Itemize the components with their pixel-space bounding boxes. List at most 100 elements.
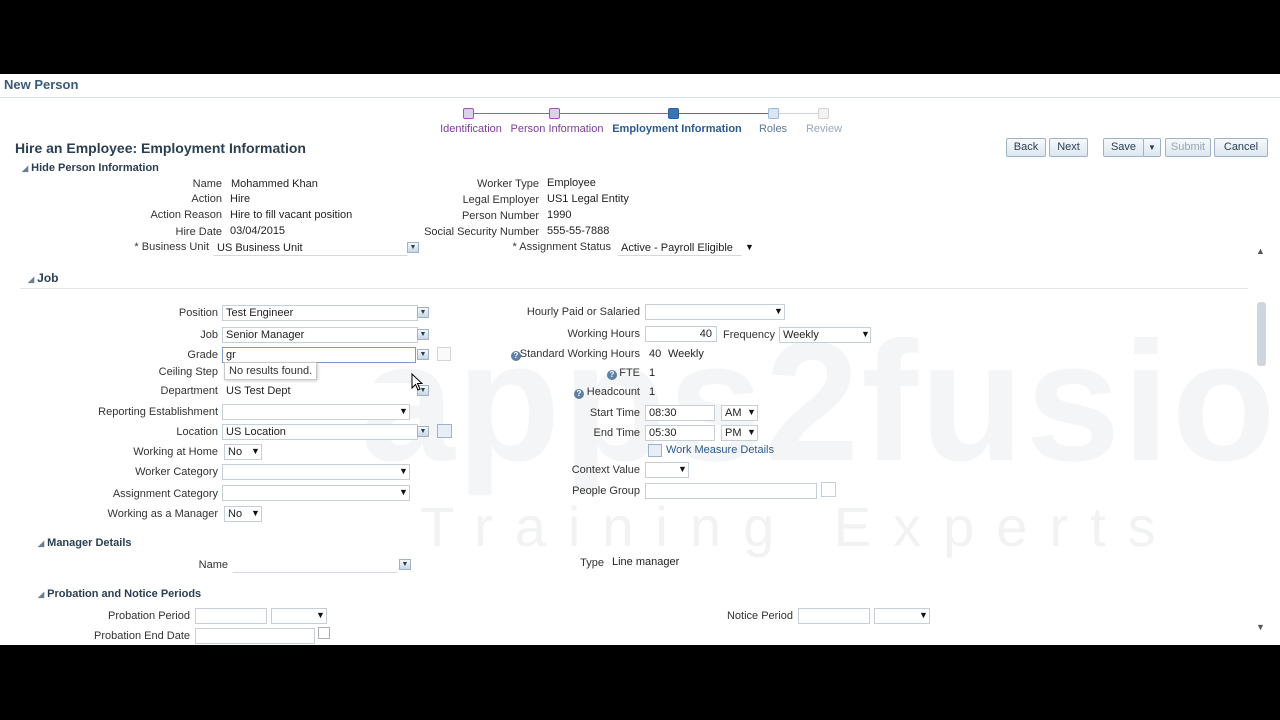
- headcount-help-icon[interactable]: ?: [574, 389, 584, 399]
- ssn-label: Social Security Number: [424, 226, 539, 238]
- back-button[interactable]: Back: [1006, 138, 1046, 157]
- scroll-up-arrow-icon[interactable]: ▲: [1256, 246, 1265, 256]
- manager-details-title: Manager Details: [47, 537, 132, 549]
- manager-type-label: Type: [580, 557, 604, 569]
- assignment-category-chevron-down-icon[interactable]: ▼: [399, 487, 408, 497]
- watermark-tagline: Training Experts: [420, 495, 1178, 558]
- frequency-label: Frequency: [723, 329, 775, 341]
- manager-details-header[interactable]: ◢ Manager Details: [38, 537, 132, 549]
- scroll-down-arrow-icon[interactable]: ▼: [1256, 622, 1265, 632]
- job-dropdown-icon[interactable]: ▼: [417, 329, 429, 340]
- location-input[interactable]: US Location: [222, 424, 418, 440]
- probation-section-header[interactable]: ◢ Probation and Notice Periods: [38, 588, 201, 600]
- hourly-salaried-label: Hourly Paid or Salaried: [526, 306, 640, 318]
- train-connector: [473, 113, 555, 114]
- probation-period-input[interactable]: [195, 608, 267, 624]
- position-input[interactable]: Test Engineer: [222, 305, 418, 321]
- train-stop-person-information[interactable]: [549, 108, 560, 119]
- next-button[interactable]: Next: [1049, 138, 1088, 157]
- work-measure-details-link[interactable]: Work Measure Details: [666, 444, 774, 456]
- train-stop-identification[interactable]: [463, 108, 474, 119]
- reporting-establishment-select[interactable]: [222, 404, 410, 420]
- person-number-label: Person Number: [461, 210, 539, 222]
- action-value: Hire: [230, 193, 251, 205]
- collapse-triangle-icon: ◢: [38, 539, 45, 548]
- notice-period-input[interactable]: [798, 608, 870, 624]
- collapse-triangle-icon: ◢: [28, 275, 35, 284]
- working-at-home-label: Working at Home: [133, 446, 218, 458]
- working-hours-input[interactable]: 40: [645, 326, 717, 342]
- job-section-title: Job: [37, 271, 59, 285]
- business-unit-label: * Business Unit: [134, 241, 209, 253]
- location-dropdown-icon[interactable]: ▼: [417, 426, 429, 437]
- probation-unit-chevron-down-icon[interactable]: ▼: [316, 610, 325, 620]
- notice-period-label: Notice Period: [726, 610, 793, 622]
- ssn-value: 555-55-7888: [547, 225, 610, 237]
- job-section-header[interactable]: ◢ Job: [28, 271, 59, 285]
- location-details-icon[interactable]: [437, 424, 452, 438]
- probation-end-date-input[interactable]: [195, 628, 315, 644]
- manager-name-input[interactable]: [232, 557, 398, 573]
- hide-person-information-toggle[interactable]: ◢ Hide Person Information: [22, 162, 159, 174]
- start-time-input[interactable]: 08:30: [645, 405, 715, 421]
- probation-section-title: Probation and Notice Periods: [47, 588, 202, 600]
- train-label-person-information[interactable]: Person Information: [487, 123, 627, 135]
- business-unit-dropdown-icon[interactable]: ▼: [407, 242, 419, 253]
- end-ampm-chevron-down-icon[interactable]: ▼: [747, 427, 756, 437]
- assignment-category-select[interactable]: [222, 485, 410, 501]
- worker-category-select[interactable]: [222, 464, 410, 480]
- business-unit-input[interactable]: US Business Unit: [213, 240, 408, 256]
- end-time-input[interactable]: 05:30: [645, 425, 715, 441]
- action-reason-value: Hire to fill vacant position: [230, 209, 353, 221]
- train-connector: [779, 113, 819, 114]
- save-menu-button[interactable]: ▼: [1143, 138, 1161, 157]
- working-as-manager-chevron-down-icon[interactable]: ▼: [251, 508, 260, 518]
- vertical-scrollbar[interactable]: ▲ ▼: [1254, 246, 1268, 636]
- app-title: New Person: [4, 77, 79, 92]
- frequency-select[interactable]: Weekly: [779, 327, 871, 343]
- grade-label: Grade: [187, 349, 218, 361]
- context-value-chevron-down-icon[interactable]: ▼: [678, 464, 687, 474]
- context-value-label: Context Value: [571, 464, 640, 476]
- job-input[interactable]: Senior Manager: [222, 327, 418, 343]
- worker-category-chevron-down-icon[interactable]: ▼: [399, 466, 408, 476]
- grade-details-icon[interactable]: [437, 347, 451, 361]
- notice-unit-chevron-down-icon[interactable]: ▼: [919, 610, 928, 620]
- reporting-establishment-chevron-down-icon[interactable]: ▼: [399, 406, 408, 416]
- frequency-chevron-down-icon[interactable]: ▼: [861, 329, 870, 339]
- working-at-home-chevron-down-icon[interactable]: ▼: [251, 446, 260, 456]
- cancel-button[interactable]: Cancel: [1214, 138, 1268, 157]
- position-dropdown-icon[interactable]: ▼: [417, 307, 429, 318]
- headcount-value: 1: [649, 386, 656, 398]
- hourly-salaried-chevron-down-icon[interactable]: ▼: [774, 306, 783, 316]
- assignment-status-select[interactable]: Active - Payroll Eligible: [617, 240, 742, 256]
- start-ampm-chevron-down-icon[interactable]: ▼: [747, 407, 756, 417]
- grade-dropdown-icon[interactable]: ▼: [417, 349, 429, 360]
- grade-input[interactable]: gr: [222, 347, 416, 363]
- department-input[interactable]: US Test Dept: [222, 383, 418, 399]
- worker-category-label: Worker Category: [135, 466, 218, 478]
- train-stop-roles[interactable]: [768, 108, 779, 119]
- hire-date-value: 03/04/2015: [230, 225, 286, 237]
- save-button[interactable]: Save: [1103, 138, 1144, 157]
- fte-help-icon[interactable]: ?: [607, 370, 617, 380]
- action-label: Action: [191, 193, 222, 205]
- people-group-search-icon[interactable]: [821, 482, 836, 497]
- calendar-icon[interactable]: [318, 627, 330, 639]
- manager-name-dropdown-icon[interactable]: ▼: [399, 559, 411, 570]
- people-group-input[interactable]: [645, 483, 817, 499]
- hourly-salaried-select[interactable]: [645, 304, 785, 320]
- legal-employer-label: Legal Employer: [462, 194, 539, 206]
- scrollbar-thumb[interactable]: [1257, 302, 1266, 366]
- position-label: Position: [178, 307, 218, 319]
- standard-working-hours-unit: Weekly: [668, 348, 704, 360]
- assignment-category-label: Assignment Category: [112, 488, 218, 500]
- assignment-status-chevron-down-icon[interactable]: ▼: [745, 242, 754, 252]
- page-screen: apps2fusion Training Experts New Person …: [0, 74, 1280, 645]
- work-measure-icon[interactable]: [648, 444, 662, 457]
- person-number-value: 1990: [547, 209, 572, 221]
- headcount-label: Headcount: [586, 386, 640, 398]
- train-connector: [678, 113, 770, 114]
- page-title: Hire an Employee: Employment Information: [15, 140, 306, 156]
- name-label: Name: [192, 178, 222, 190]
